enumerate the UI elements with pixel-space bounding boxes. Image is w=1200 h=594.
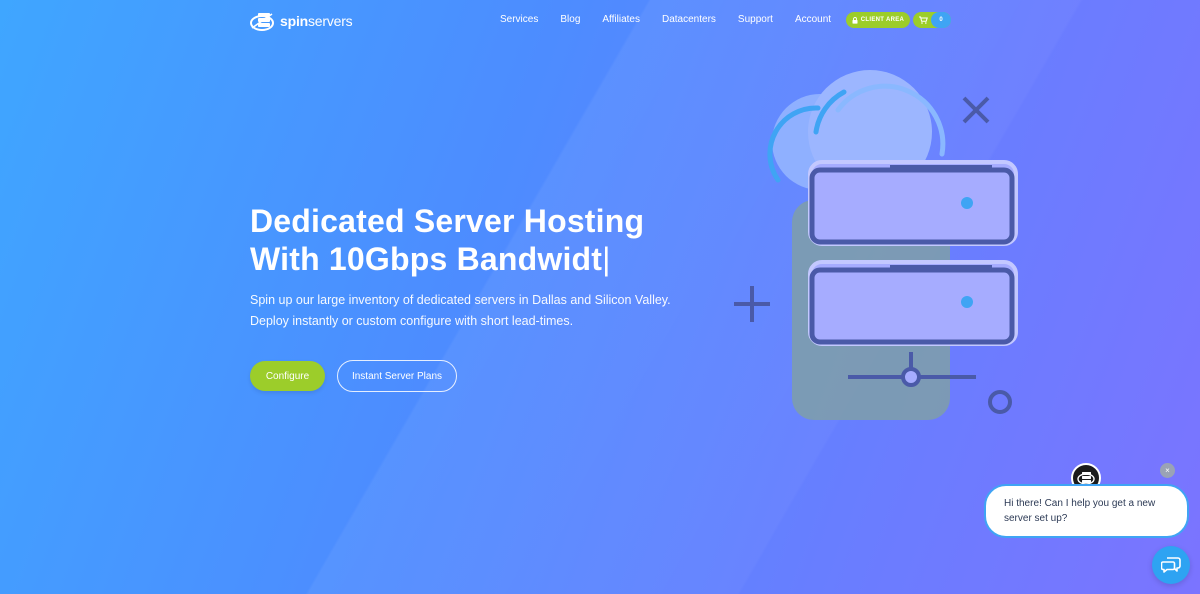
nav-account[interactable]: Account [795, 14, 831, 25]
hero-title-line2: With 10Gbps Bandwidt [250, 241, 603, 277]
nav-datacenters[interactable]: Datacenters [662, 14, 716, 25]
chat-message-line2: server set up? [1004, 513, 1068, 524]
nav-support[interactable]: Support [738, 14, 773, 25]
x-mark-icon [962, 96, 990, 124]
server-unit-top-icon [808, 160, 1018, 246]
hero-title-line1: Dedicated Server Hosting [250, 203, 645, 239]
ring-mark-icon [988, 390, 1012, 414]
logo-text: spinservers [280, 13, 353, 29]
chat-message-bubble[interactable]: Hi there! Can I help you get a new serve… [984, 484, 1189, 538]
cart-icon [919, 16, 928, 24]
server-cloud-illustration [734, 70, 1018, 420]
logo[interactable]: spinservers [250, 10, 353, 32]
hero-subtitle-line2: Deploy instantly or custom configure wit… [250, 314, 574, 328]
client-area-button[interactable]: CLIENT AREA [846, 12, 910, 28]
hero-subtitle-line1: Spin up our large inventory of dedicated… [250, 293, 671, 307]
cart-count-badge: 0 [931, 12, 951, 28]
chat-launcher-button[interactable] [1152, 546, 1190, 584]
configure-button[interactable]: Configure [250, 361, 325, 391]
client-area-label: CLIENT AREA [860, 17, 905, 23]
chat-close-button[interactable]: × [1160, 463, 1175, 478]
logo-icon [250, 13, 274, 31]
nav-affiliates[interactable]: Affiliates [602, 14, 640, 25]
hero-title: Dedicated Server Hosting With 10Gbps Ban… [250, 202, 710, 278]
nav-blog[interactable]: Blog [560, 14, 580, 25]
instant-server-plans-button[interactable]: Instant Server Plans [337, 360, 457, 392]
typing-cursor: | [602, 241, 611, 277]
hero-subtitle: Spin up our large inventory of dedicated… [250, 290, 690, 332]
site-header: spinservers Services Blog Affiliates Dat… [0, 0, 1200, 40]
nav-services[interactable]: Services [500, 14, 538, 25]
chat-bubbles-icon [1161, 557, 1181, 573]
main-nav: Services Blog Affiliates Datacenters Sup… [500, 14, 831, 25]
lock-icon [852, 16, 858, 24]
cart-button[interactable]: 0 [913, 12, 951, 28]
plus-mark-icon [734, 286, 770, 322]
server-unit-bottom-icon [808, 260, 1018, 346]
chat-message-line1: Hi there! Can I help you get a new [1004, 498, 1156, 509]
